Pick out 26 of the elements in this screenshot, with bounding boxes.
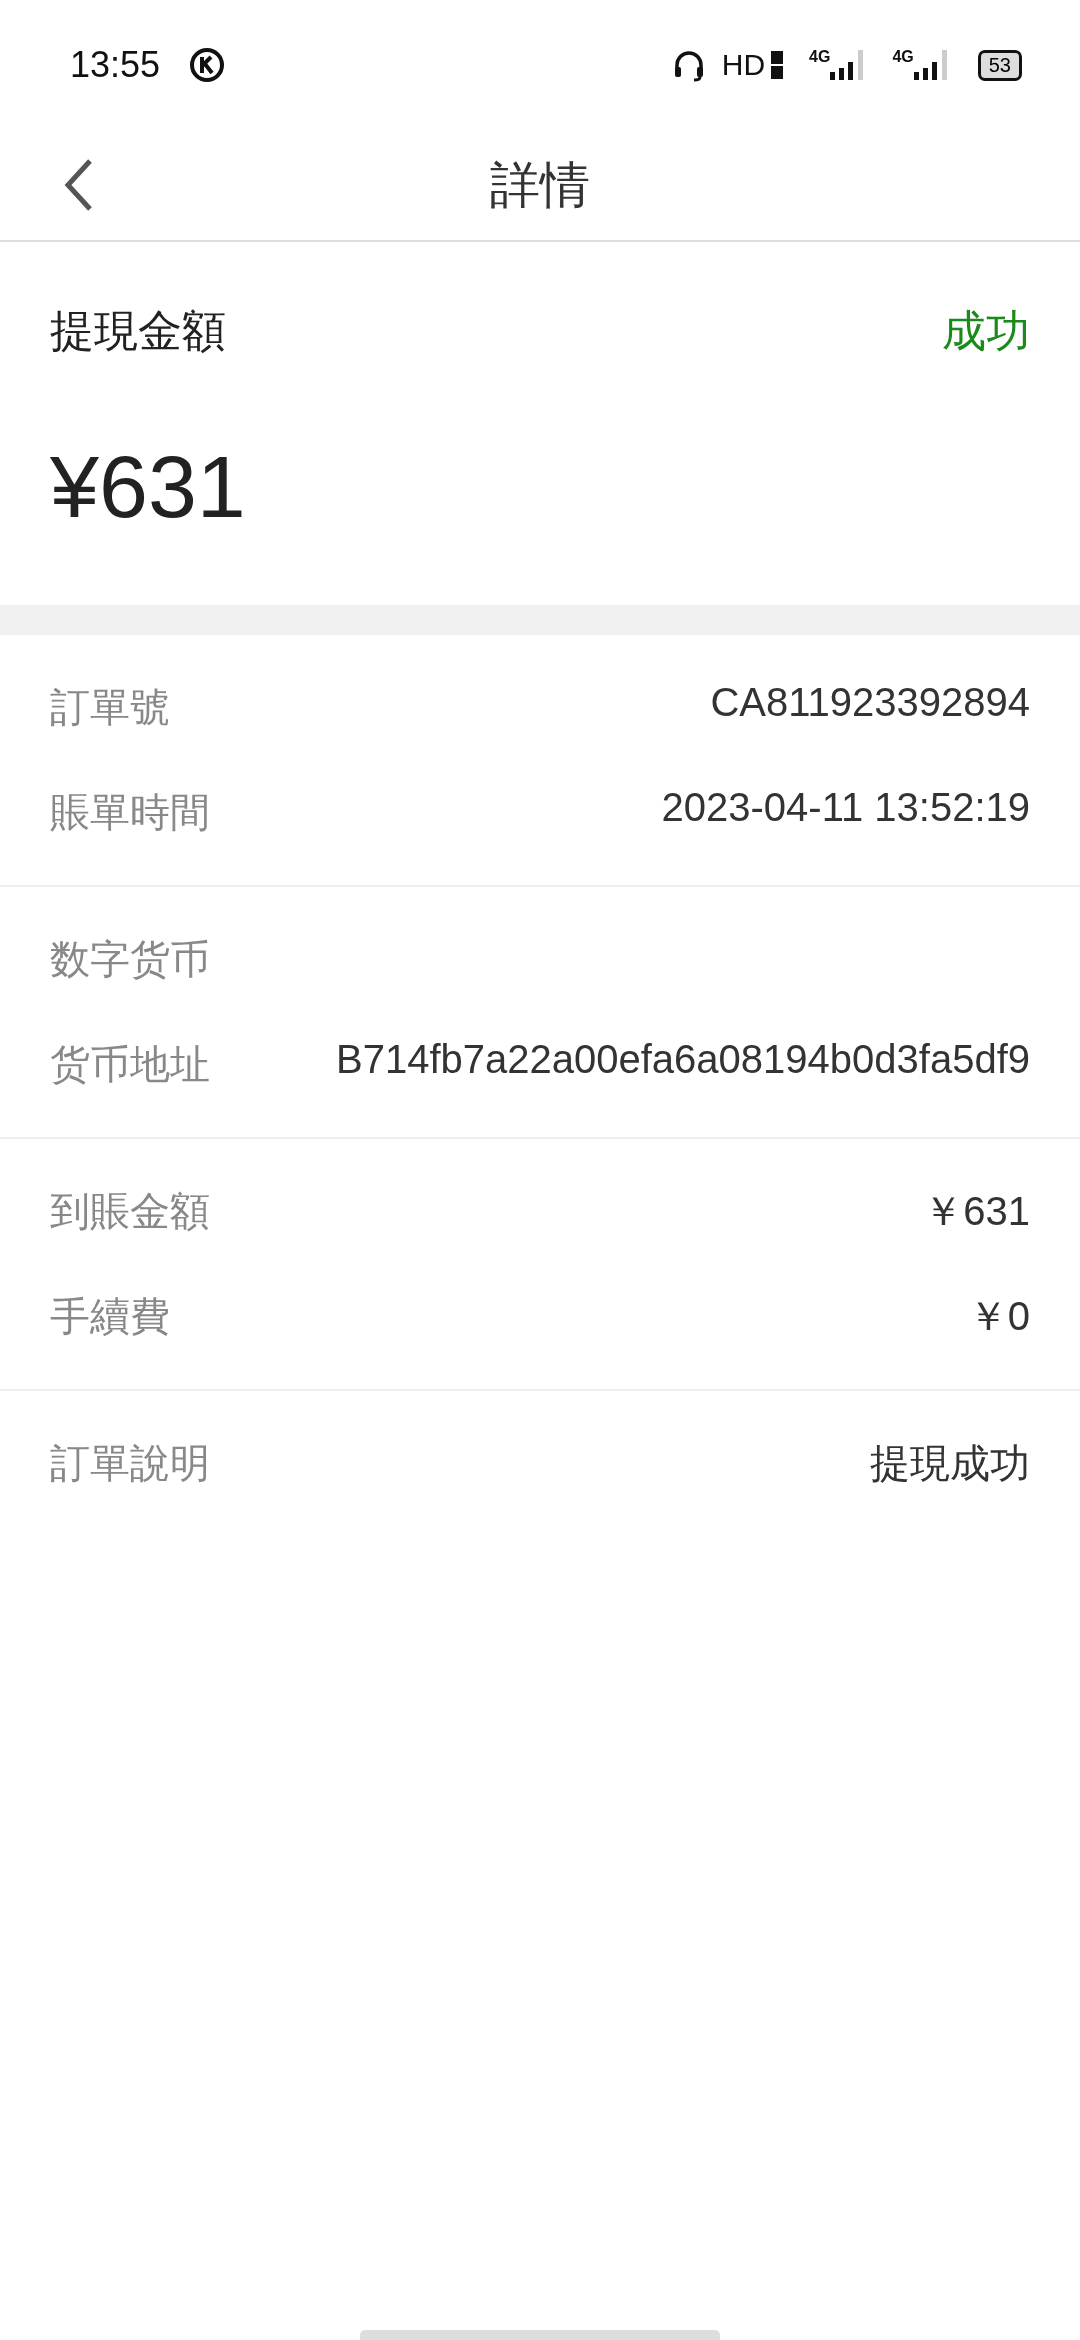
network-type: 4G [809,48,831,66]
field-label: 数字货币 [50,935,210,984]
field-value: 2023-04-11 13:52:19 [661,785,1030,830]
circled-letter-icon [188,46,227,84]
field-label: 货币地址 [50,1040,210,1089]
network-type: 4G [892,48,914,66]
page-title: 詳情 [490,154,590,216]
amount-value: ¥631 [50,436,247,538]
field-label: 手續費 [50,1292,170,1341]
status-text: 成功 [942,304,1030,358]
field-label: 賬單時間 [50,788,210,837]
sim-slot-icon [771,50,784,80]
field-value: ￥631 [923,1188,1030,1235]
field-label: 到賬金額 [50,1187,210,1236]
signal-icon [913,48,950,82]
field-label: 訂單號 [50,683,170,732]
field-label: 訂單說明 [50,1439,210,1488]
field-value: B714fb7a22a00efa6a08194b0d3fa5df9 [335,1037,1030,1082]
field-value: ￥0 [967,1293,1030,1340]
amount-label: 提現金額 [50,304,226,358]
battery-indicator: 53 [977,49,1022,81]
field-value: CA811923392894 [710,680,1030,725]
field-value: 提現成功 [870,1440,1030,1487]
back-button[interactable] [64,157,94,213]
network-label: HD [721,48,766,82]
clock-time: 13:55 [70,44,161,86]
